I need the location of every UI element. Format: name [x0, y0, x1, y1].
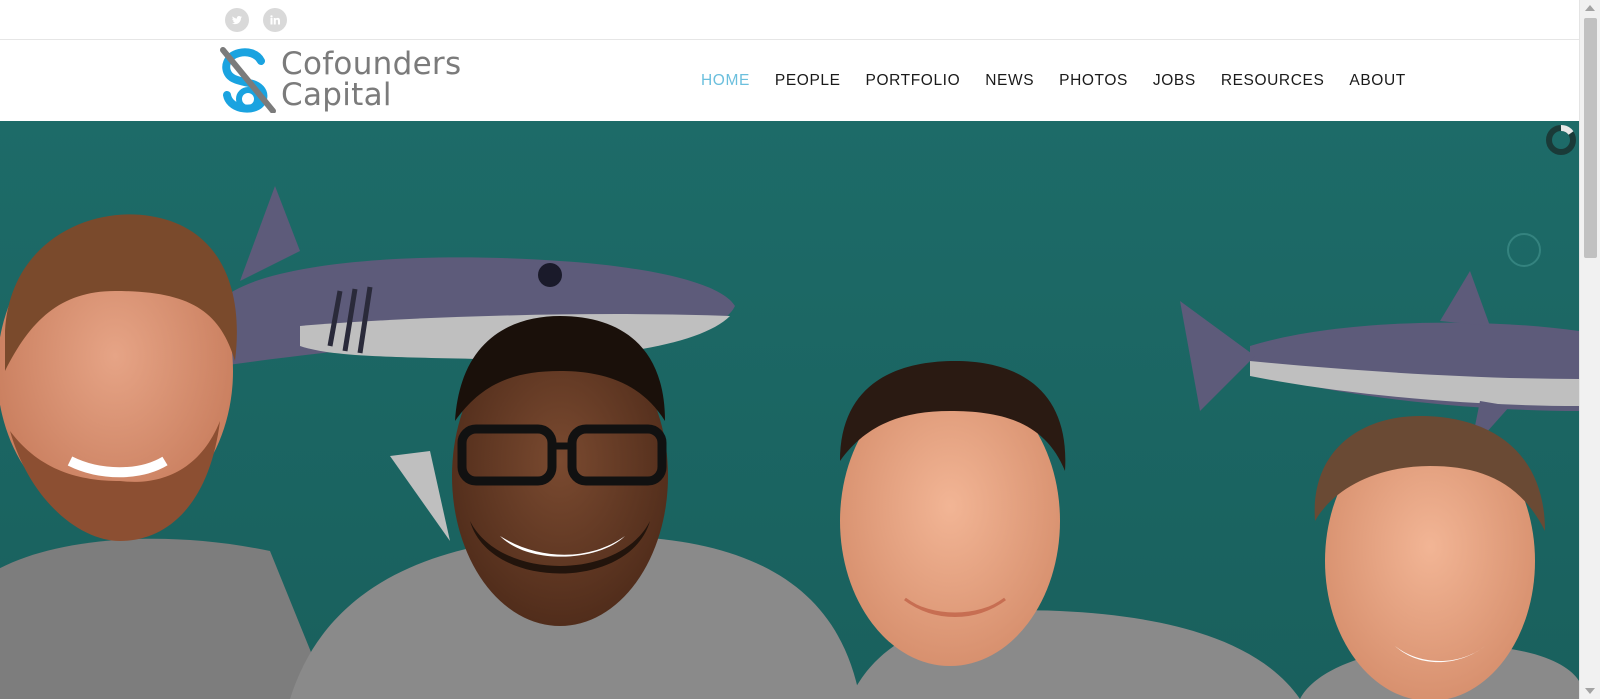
hero-photo — [0, 121, 1579, 699]
hero-image — [0, 121, 1579, 699]
nav-portfolio[interactable]: PORTFOLIO — [866, 72, 961, 90]
nav-news[interactable]: NEWS — [985, 72, 1034, 90]
linkedin-link[interactable] — [263, 8, 287, 32]
nav-resources[interactable]: RESOURCES — [1221, 72, 1325, 90]
logo-line-1: Cofounders — [281, 46, 462, 82]
scroll-up-arrow-icon[interactable] — [1585, 5, 1595, 11]
scroll-thumb[interactable] — [1584, 18, 1597, 258]
nav-photos[interactable]: PHOTOS — [1059, 72, 1128, 90]
social-bar — [0, 0, 1579, 40]
nav-people[interactable]: PEOPLE — [775, 72, 841, 90]
nav-about[interactable]: ABOUT — [1349, 72, 1405, 90]
linkedin-icon — [270, 15, 280, 25]
nav-jobs[interactable]: JOBS — [1153, 72, 1196, 90]
twitter-icon — [232, 16, 242, 25]
logo-line-2: Capital — [281, 77, 392, 113]
logo[interactable]: Cofounders Capital — [217, 45, 477, 115]
page-scrollbar[interactable] — [1579, 0, 1600, 699]
logo-mark-icon — [220, 47, 276, 113]
nav-home[interactable]: HOME — [701, 72, 750, 90]
loading-spinner-icon — [1546, 125, 1576, 155]
main-nav: HOME PEOPLE PORTFOLIO NEWS PHOTOS JOBS R… — [701, 72, 1431, 90]
twitter-link[interactable] — [225, 8, 249, 32]
scroll-down-arrow-icon[interactable] — [1585, 688, 1595, 694]
logo-text: Cofounders Capital — [281, 49, 461, 111]
site-header: Cofounders Capital HOME PEOPLE PORTFOLIO… — [0, 40, 1579, 121]
